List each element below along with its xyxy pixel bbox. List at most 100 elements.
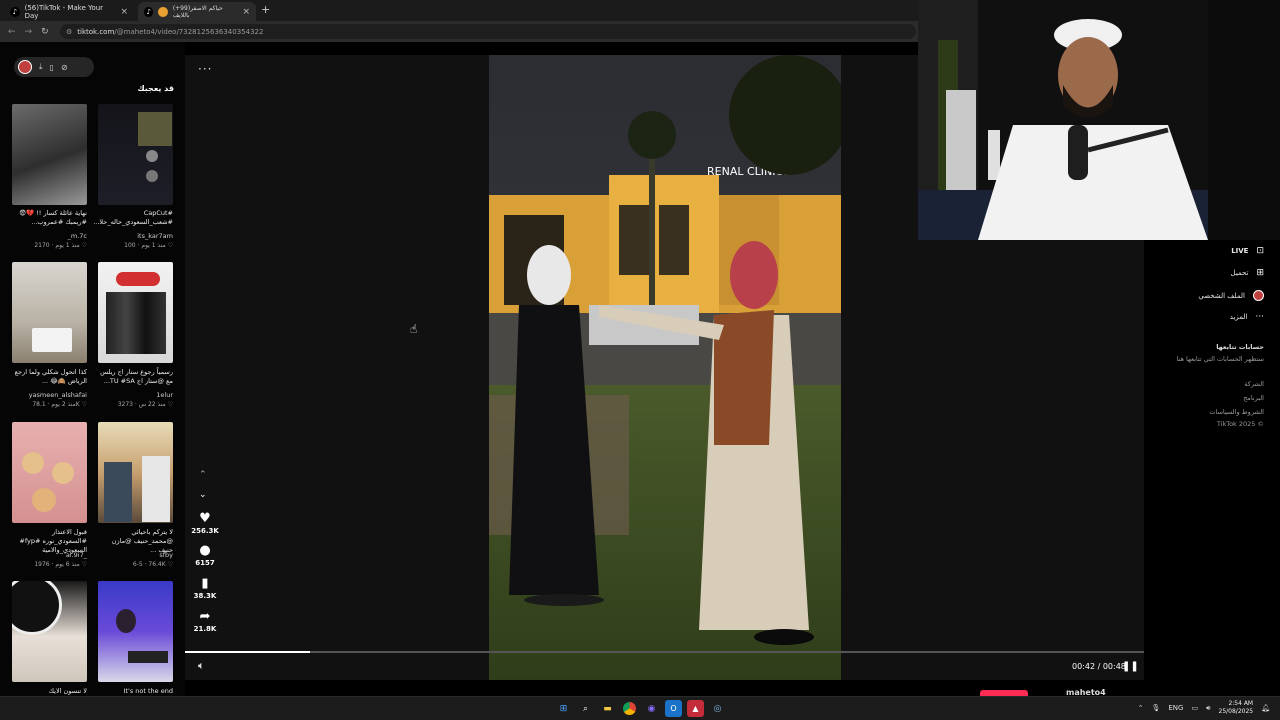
nav-profile[interactable]: الملف الشخصي: [1198, 290, 1264, 301]
discord-icon[interactable]: ◉: [643, 700, 660, 717]
copyright: TikTok 2025 ©: [1216, 420, 1264, 428]
clock[interactable]: 2:54 AM 25/08/2025: [1219, 700, 1254, 716]
back-icon[interactable]: ←: [8, 27, 16, 37]
nav-upload[interactable]: ⊞ تحميل: [1231, 268, 1264, 278]
tab-tiktok[interactable]: ♪ (56)TikTok - Make Your Day ×: [4, 2, 134, 21]
network-icon[interactable]: ▭: [1191, 704, 1198, 712]
video-caption[interactable]: نهاية عائلة كسار !! 💔😨 #ريمبك #عمروب...: [12, 209, 87, 227]
avatar: [158, 6, 168, 17]
comment-action[interactable]: ● 6157: [190, 543, 220, 567]
search-icon[interactable]: ⌕: [577, 700, 594, 717]
video-author[interactable]: sfby: [98, 551, 173, 559]
video-thumbnail[interactable]: [12, 262, 87, 363]
share-action[interactable]: ➦ 21.8K: [190, 609, 220, 633]
app-icon[interactable]: ▲: [687, 700, 704, 717]
progress-fill: [185, 651, 310, 653]
chevron-down-icon[interactable]: ⌄: [199, 490, 207, 500]
footer-link[interactable]: الشركة: [1244, 380, 1264, 388]
more-options-icon[interactable]: ···: [198, 62, 212, 76]
file-explorer-icon[interactable]: ▬: [599, 700, 616, 717]
compass-icon[interactable]: ⊘: [61, 63, 68, 72]
notification-icon[interactable]: 🔔︎: [1261, 704, 1270, 712]
footer-link[interactable]: البرنامج: [1243, 394, 1264, 402]
video-author[interactable]: 1elur: [98, 391, 173, 399]
video-author[interactable]: yasmeen_alshafai: [12, 391, 87, 399]
footer-link[interactable]: الشروط والسياسات: [1209, 408, 1264, 416]
bookmark-icon[interactable]: ▮: [190, 576, 220, 591]
video-thumbnail[interactable]: [98, 422, 173, 523]
tab-label: (+99)حياكم الاصفر باللايف: [172, 4, 223, 19]
video-caption[interactable]: كذا اتحول شكلي ولما ارجع الرياض 🙈😂 ...: [12, 368, 87, 386]
windows-start-icon[interactable]: ⊞: [555, 700, 572, 717]
chrome-icon[interactable]: [621, 700, 638, 717]
video-frame: RENAL CLINICS: [489, 55, 841, 680]
video-author[interactable]: its_kar7am: [98, 232, 173, 240]
video-author[interactable]: al.9i7_: [12, 551, 87, 559]
comment-icon[interactable]: ●: [190, 543, 220, 558]
address-toolbar: ← → ↻ ⚙ tiktok.com/@maheto4/video/732812…: [0, 21, 918, 42]
close-icon[interactable]: ×: [242, 7, 250, 17]
video-thumbnail[interactable]: [98, 104, 173, 205]
steam-icon[interactable]: ◎: [709, 700, 726, 717]
following-title: حسابات تتابعها: [1216, 343, 1264, 351]
language-indicator[interactable]: ENG: [1168, 704, 1183, 712]
close-icon[interactable]: ×: [120, 7, 128, 17]
video-thumbnail[interactable]: [12, 422, 87, 523]
nav-label: المزيد: [1229, 313, 1248, 321]
view-count: 100: [124, 242, 136, 249]
outlook-icon[interactable]: O: [665, 700, 682, 717]
site-info-icon[interactable]: ⚙: [66, 28, 72, 36]
clock-date: 25/08/2025: [1218, 708, 1254, 715]
video-meta: منذ 22 س · 3273 ♡: [117, 401, 173, 408]
chevron-up-icon[interactable]: ⌃: [1138, 704, 1144, 712]
video-author[interactable]: _m.7c: [12, 232, 87, 240]
heart-icon[interactable]: ♥: [190, 511, 220, 526]
save-count: 38.3K: [193, 592, 217, 600]
video-age: منذ 6 يوم: [55, 561, 80, 568]
video-age: 6-5: [132, 561, 143, 568]
save-action[interactable]: ▮ 38.3K: [190, 576, 220, 600]
nav-more[interactable]: ··· المزيد: [1230, 312, 1264, 322]
video-age: منذ 2 يوم: [51, 401, 76, 408]
nav-live[interactable]: ⊡ LIVE: [1231, 246, 1264, 256]
reload-icon[interactable]: ↻: [41, 27, 49, 37]
volume-icon[interactable]: 🔈︎: [198, 659, 205, 673]
video-thumbnail[interactable]: [98, 262, 173, 363]
video-age: منذ 1 يوم: [55, 242, 80, 249]
tab-live[interactable]: ♪ (+99)حياكم الاصفر باللايف ×: [138, 2, 256, 21]
section-heading: قد يعجبك: [137, 84, 174, 93]
video-thumbnail[interactable]: [12, 581, 87, 682]
heart-icon: ♡: [81, 242, 87, 249]
phone-icon[interactable]: ▯: [50, 63, 54, 72]
mouse-cursor-icon: ☝︎: [410, 322, 418, 336]
webcam-overlay: [918, 0, 1280, 240]
heart-icon: ♡: [81, 561, 87, 568]
profile-icon: [1253, 290, 1264, 301]
forward-icon[interactable]: →: [25, 27, 33, 37]
video-meta: منذ 2 يوم · 78.1K ♡: [32, 401, 87, 408]
like-action[interactable]: ♥ 256.3K: [190, 511, 220, 535]
video-thumbnail[interactable]: [98, 581, 173, 682]
view-count: 3273: [117, 401, 133, 408]
url-host: tiktok.com: [77, 27, 115, 36]
avatar[interactable]: [18, 60, 32, 74]
system-tray: ⌃ 🎙︎ ENG ▭ 🔊︎ 2:54 AM 25/08/2025 🔔︎: [1138, 700, 1270, 716]
progress-bar[interactable]: [185, 651, 1144, 653]
heart-icon: ♡: [167, 561, 173, 568]
new-tab-button[interactable]: +: [261, 3, 270, 16]
url-bar[interactable]: ⚙ tiktok.com/@maheto4/video/732812563634…: [60, 24, 916, 39]
webcam-frame: [918, 0, 1280, 240]
video-caption[interactable]: #CapCut #شعب_السعودي_حاله_حلا...: [93, 209, 173, 227]
download-icon[interactable]: ⤓: [39, 62, 43, 72]
microphone-icon[interactable]: 🎙︎: [1151, 704, 1160, 712]
chevron-up-icon[interactable]: ⌃: [199, 470, 207, 480]
video-caption[interactable]: It's not the end: [98, 687, 173, 696]
pause-icon[interactable]: ❚❚: [1122, 661, 1139, 672]
upload-icon: ⊞: [1256, 268, 1264, 278]
share-count: 21.8K: [193, 625, 217, 633]
video-caption[interactable]: رسمياً رجوع ستار اج ريلس مع @ستار اج TU …: [98, 368, 173, 386]
video-thumbnail[interactable]: [12, 104, 87, 205]
speaker-icon[interactable]: 🔊︎: [1206, 704, 1210, 713]
video-player[interactable]: RENAL CLINICS: [489, 55, 841, 680]
share-icon[interactable]: ➦: [190, 609, 220, 624]
